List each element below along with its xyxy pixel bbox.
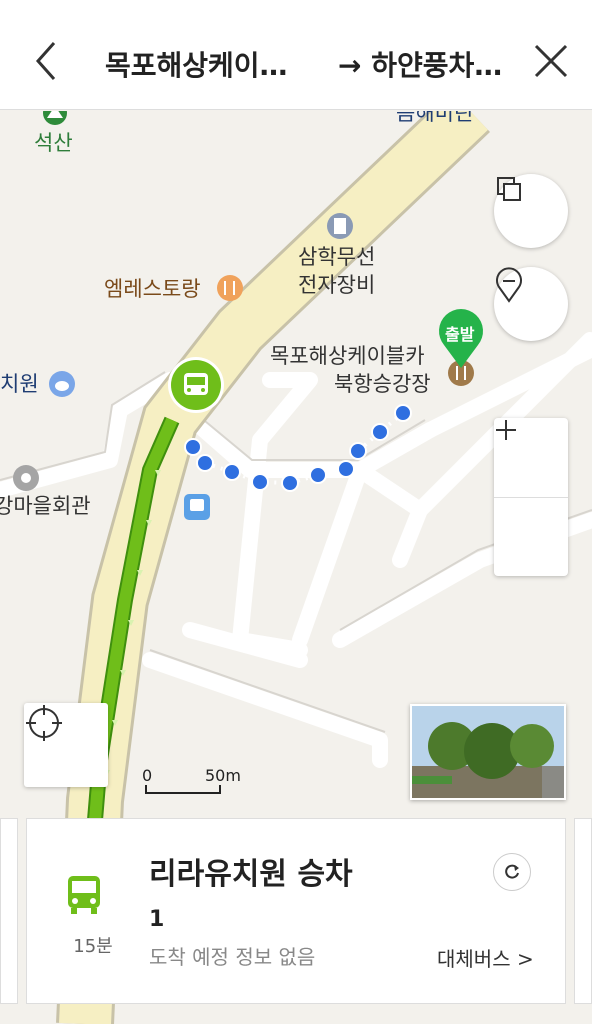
poi-samhak-1[interactable]: 삼학무선 xyxy=(298,244,375,270)
building-icon xyxy=(327,213,353,239)
poi-cablecar-1[interactable]: 목포해상케이블카 xyxy=(270,343,425,369)
poi-village-hall[interactable]: 강마을회관 xyxy=(0,493,91,519)
alternative-bus-link[interactable]: 대체버스 > xyxy=(437,943,534,972)
map-pin-icon xyxy=(496,267,522,303)
bus-stop-icon xyxy=(184,494,210,520)
minus-icon xyxy=(496,429,516,431)
location-pin-button[interactable] xyxy=(494,267,568,341)
prev-card-peek[interactable] xyxy=(0,818,18,1004)
my-location-button[interactable] xyxy=(24,703,108,787)
boarding-stop-name: 리라유치원 승차 xyxy=(149,857,353,892)
village-hall-icon xyxy=(13,465,39,491)
refresh-icon xyxy=(505,864,519,879)
zoom-control xyxy=(494,418,568,576)
layers-button[interactable] xyxy=(494,174,568,248)
boarding-bus-marker-icon xyxy=(168,357,224,413)
poi-samhak-2[interactable]: 전자장비 xyxy=(298,272,375,298)
route-header: 목포해상케이… → 하얀풍차… xyxy=(0,10,592,110)
zoom-out-button[interactable] xyxy=(494,429,568,576)
start-marker-label[interactable]: 출발 xyxy=(445,321,474,345)
close-icon xyxy=(534,44,568,78)
layers-icon xyxy=(497,177,521,201)
transit-step-card[interactable]: 15분 리라유치원 승차 1 도착 예정 정보 없음 대체버스 > xyxy=(26,818,566,1004)
street-view-thumbnail[interactable] xyxy=(410,704,566,800)
scale-bar xyxy=(145,785,221,794)
crosshair-icon xyxy=(26,705,62,741)
poi-top-partial: 음해비린 xyxy=(396,111,474,125)
bus-route-number: 1 xyxy=(149,907,165,932)
back-button[interactable] xyxy=(26,38,66,84)
chevron-left-icon xyxy=(35,42,56,80)
status-bar xyxy=(0,0,592,10)
refresh-button[interactable] xyxy=(493,853,531,891)
close-button[interactable] xyxy=(528,38,574,84)
step-duration: 15분 xyxy=(73,936,113,957)
restaurant-icon xyxy=(217,275,243,301)
street-view-image xyxy=(412,706,564,798)
scale-end: 50m xyxy=(205,766,241,785)
next-card-peek[interactable] xyxy=(574,818,592,1004)
bus-icon xyxy=(67,875,101,919)
route-origin[interactable]: 목포해상케이… xyxy=(105,44,315,84)
route-destination[interactable]: → 하얀풍차… xyxy=(338,44,523,84)
poi-seoksan[interactable]: 석산 xyxy=(34,130,73,156)
mountain-icon xyxy=(43,111,67,125)
poi-restaurant[interactable]: 엠레스토랑 xyxy=(104,276,201,302)
scale-start: 0 xyxy=(142,766,153,785)
arrival-info: 도착 예정 정보 없음 xyxy=(149,945,316,969)
poi-kindergarten[interactable]: 치원 xyxy=(0,371,39,397)
poi-cablecar-2[interactable]: 북항승강장 xyxy=(334,371,431,397)
kindergarten-icon xyxy=(49,371,75,397)
